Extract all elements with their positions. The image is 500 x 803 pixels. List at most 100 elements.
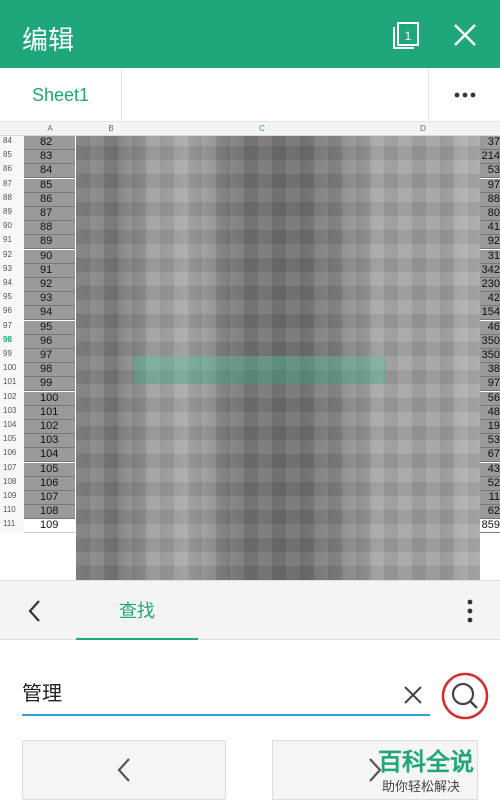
row-number[interactable]: 92: [0, 249, 24, 264]
row-number[interactable]: 88: [0, 192, 24, 207]
cell-a[interactable]: 107: [24, 491, 75, 505]
cell-a[interactable]: 89: [24, 235, 75, 250]
back-button[interactable]: [0, 581, 70, 641]
cell-a[interactable]: 108: [24, 505, 75, 520]
cell-a[interactable]: 86: [24, 192, 75, 207]
cell-e[interactable]: 62: [480, 505, 500, 520]
cell-a[interactable]: 103: [24, 434, 75, 449]
row-number[interactable]: 102: [0, 391, 24, 406]
cell-a[interactable]: 100: [24, 391, 75, 406]
cell-e[interactable]: 154: [480, 306, 500, 321]
cell-e[interactable]: 42: [480, 292, 500, 307]
row-number[interactable]: 109: [0, 491, 24, 505]
cell-e[interactable]: 11: [480, 491, 500, 505]
cell-e[interactable]: 43: [480, 462, 500, 477]
cell-e[interactable]: 38: [480, 363, 500, 378]
cell-a[interactable]: 99: [24, 377, 75, 392]
cell-e[interactable]: 19: [480, 420, 500, 434]
cell-a[interactable]: 98: [24, 363, 75, 378]
cell-e[interactable]: 48: [480, 405, 500, 420]
cell-a[interactable]: 94: [24, 306, 75, 321]
row-number[interactable]: 93: [0, 263, 24, 278]
row-number[interactable]: 105: [0, 434, 24, 449]
row-number[interactable]: 97: [0, 320, 24, 335]
cell-e[interactable]: 53: [480, 434, 500, 449]
cell-a[interactable]: 97: [24, 349, 75, 363]
row-number[interactable]: 96: [0, 306, 24, 321]
row-number[interactable]: 100: [0, 363, 24, 378]
row-number[interactable]: 84: [0, 136, 24, 150]
row-number[interactable]: 104: [0, 420, 24, 434]
cell-e[interactable]: 92: [480, 235, 500, 250]
cell-a[interactable]: 106: [24, 476, 75, 491]
row-number[interactable]: 103: [0, 405, 24, 420]
row-number[interactable]: 87: [0, 178, 24, 193]
cell-e[interactable]: 97: [480, 377, 500, 392]
row-number[interactable]: 89: [0, 207, 24, 221]
cell-e[interactable]: 80: [480, 207, 500, 221]
cell-e[interactable]: 350: [480, 334, 500, 349]
cell-e[interactable]: 859: [480, 519, 500, 534]
cell-e[interactable]: 88: [480, 192, 500, 207]
cell-a[interactable]: 87: [24, 207, 75, 221]
cell-a[interactable]: 82: [24, 136, 75, 150]
column-header-b[interactable]: B: [76, 124, 146, 133]
column-header-d[interactable]: D: [378, 124, 468, 133]
row-number[interactable]: 95: [0, 292, 24, 307]
cell-a[interactable]: 109: [24, 519, 75, 534]
cell-a[interactable]: 96: [24, 334, 75, 349]
cell-e[interactable]: 41: [480, 221, 500, 236]
cell-a[interactable]: 104: [24, 448, 75, 463]
cell-a[interactable]: 102: [24, 420, 75, 434]
row-number[interactable]: 110: [0, 505, 24, 520]
cell-a[interactable]: 85: [24, 178, 75, 193]
cell-e[interactable]: 97: [480, 178, 500, 193]
row-number[interactable]: 106: [0, 448, 24, 463]
cell-e[interactable]: 67: [480, 448, 500, 463]
row-number[interactable]: 85: [0, 150, 24, 165]
tab-sheet1[interactable]: Sheet1: [0, 68, 122, 122]
search-input[interactable]: [22, 668, 430, 716]
row-number[interactable]: 86: [0, 164, 24, 179]
cell-e[interactable]: 46: [480, 320, 500, 335]
clear-icon[interactable]: [398, 680, 428, 710]
cell-e[interactable]: 230: [480, 278, 500, 292]
cell-e[interactable]: 350: [480, 349, 500, 363]
spreadsheet-grid[interactable]: A B C D 84 82 37 85 83 214 86 84 53 87 85 97 88 86 88 8…: [0, 122, 500, 580]
cell-e[interactable]: 37: [480, 136, 500, 150]
cell-e[interactable]: 52: [480, 476, 500, 491]
cell-a[interactable]: 91: [24, 263, 75, 278]
cell-e[interactable]: 214: [480, 150, 500, 165]
row-number[interactable]: 94: [0, 278, 24, 292]
row-number[interactable]: 98: [0, 334, 24, 349]
cell-a[interactable]: 95: [24, 320, 75, 335]
cell-e[interactable]: 31: [480, 249, 500, 264]
row-number[interactable]: 90: [0, 221, 24, 236]
row-number[interactable]: 108: [0, 476, 24, 491]
cell-a[interactable]: 93: [24, 292, 75, 307]
cell-e[interactable]: 53: [480, 164, 500, 179]
more-horizontal-icon[interactable]: [428, 68, 500, 122]
close-icon[interactable]: [448, 18, 482, 52]
search-button[interactable]: [441, 672, 489, 720]
previous-result-button[interactable]: [22, 740, 226, 800]
row-number[interactable]: 107: [0, 462, 24, 477]
cell-a[interactable]: 83: [24, 150, 75, 165]
tab-find[interactable]: 查找: [76, 581, 198, 641]
cell-a[interactable]: 101: [24, 405, 75, 420]
cell-a[interactable]: 84: [24, 164, 75, 179]
row-number[interactable]: 111: [0, 519, 24, 534]
cell-a[interactable]: 105: [24, 462, 75, 477]
sheets-copy-icon[interactable]: 1: [388, 18, 422, 52]
cell-e[interactable]: 342: [480, 263, 500, 278]
row-number[interactable]: 91: [0, 235, 24, 250]
cell-a[interactable]: 90: [24, 249, 75, 264]
column-header-c[interactable]: C: [146, 124, 378, 133]
more-vertical-icon[interactable]: [440, 581, 500, 641]
row-number[interactable]: 101: [0, 377, 24, 392]
cell-a[interactable]: 92: [24, 278, 75, 292]
cell-a[interactable]: 88: [24, 221, 75, 236]
cell-e[interactable]: 56: [480, 391, 500, 406]
column-header-a[interactable]: A: [24, 124, 76, 133]
row-number[interactable]: 99: [0, 349, 24, 363]
